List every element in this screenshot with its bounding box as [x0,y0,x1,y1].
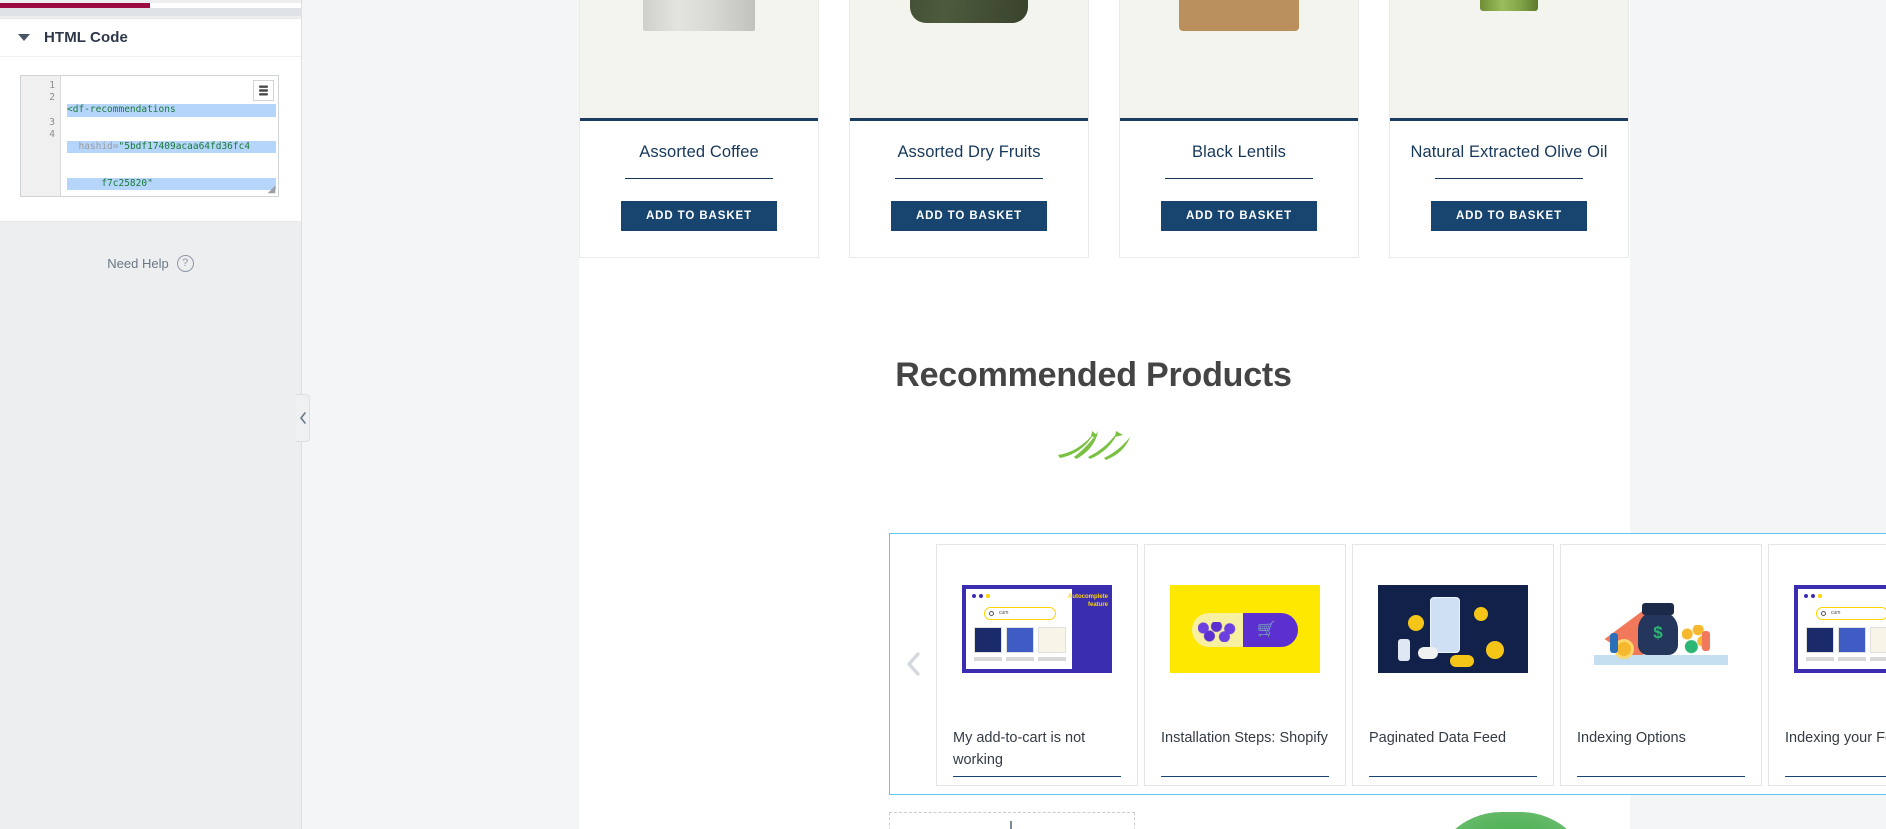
recommendation-divider [1785,776,1886,777]
recommendation-card[interactable]: 🛒 Installation Steps: Shopify [1144,544,1346,786]
recommendation-card[interactable]: Paginated Data Feed [1352,544,1554,786]
code-text-area[interactable]: <df-recommendations hashid="5bdf17409aca… [61,76,278,196]
need-help-label: Need Help [107,256,169,271]
recommendation-title: Indexing your Feed [1785,730,1886,746]
product-name: Black Lentils [1192,143,1286,161]
lentils-bag-art [1179,0,1299,31]
line-number: 4 [49,128,55,140]
question-circle-icon[interactable]: ? [176,255,194,272]
product-card-body: Assorted Coffee ADD TO BASKET [580,121,818,257]
product-card-body: Black Lentils ADD TO BASKET [1120,121,1358,257]
autocomplete-feature-thumb: cum Autocompletefeature [962,585,1112,673]
product-grid: COFFEE Assorted Coffee ADD TO BASKET DRY… [579,0,1629,258]
code-line-2-wrap: f7c25820" [67,177,276,190]
product-name: Assorted Coffee [639,143,759,161]
chevron-left-icon [299,412,306,424]
panel-top-strip [0,8,301,16]
resize-grip-icon[interactable]: ◢ [266,184,277,195]
autocomplete-feature-thumb: cum Autocompletefeature [1794,585,1886,673]
product-divider [625,178,773,179]
carousel-next-button[interactable] [1882,644,1886,684]
product-card[interactable]: COFFEE Assorted Coffee ADD TO BASKET [579,0,819,258]
add-to-basket-button[interactable]: ADD TO BASKET [1431,201,1587,231]
carousel-prev-button[interactable] [898,644,928,684]
recommendation-thumbnail: $ [1586,585,1736,673]
product-card[interactable]: VE OIL MOCKUP Natural Extracted Olive Oi… [1389,0,1629,258]
recommendation-thumbnail [1378,585,1528,673]
product-card-body: Natural Extracted Olive Oil ADD TO BASKE… [1390,121,1628,257]
recommendation-card[interactable]: cum Autocomplete feature My add-to-cart i… [936,544,1138,786]
recommendation-title: Installation Steps: Shopify [1161,730,1328,746]
code-line-2: hashid="5bdf17409acaa64fd36fc4 [67,141,276,154]
code-gutter: 1 2 3 4 [21,76,61,196]
recommendation-title: My add-to-cart is not working [953,730,1086,768]
line-number: 3 [49,116,55,128]
html-code-editor[interactable]: 1 2 3 4 <df-recommendations hashid="5bdf… [20,75,279,197]
recommendation-divider [1161,776,1329,777]
recommendation-card[interactable]: cum Autocompletefeature Indexing your Fe… [1768,544,1886,786]
html-code-section-header[interactable]: HTML Code [0,19,301,57]
recommendation-thumbnail: 🛒 [1170,585,1320,673]
text-cursor [1010,821,1012,829]
recommendation-card[interactable]: $ Indexing Options [1560,544,1762,786]
recommendation-divider [1577,776,1745,777]
product-name: Assorted Dry Fruits [897,143,1041,161]
recommendation-title: Paginated Data Feed [1369,730,1507,746]
recommendation-divider [953,776,1121,777]
admin-settings-panel: HTML Code 1 2 3 4 <df-recommendations ha… [0,0,301,829]
html-code-card: HTML Code 1 2 3 4 <df-recommendations ha… [0,18,301,222]
product-divider [895,178,1043,179]
product-image-black-lentils [1120,0,1358,121]
add-to-basket-button[interactable]: ADD TO BASKET [891,201,1047,231]
carousel-track: cum Autocomplete feature My add-to-cart i… [936,544,1886,786]
line-number: 2 [49,92,55,104]
shopping-cart-icon: 🛒 [1257,621,1276,638]
html-code-title: HTML Code [44,29,128,46]
product-image-coffee: COFFEE [580,0,818,121]
product-card[interactable]: Black Lentils ADD TO BASKET [1119,0,1359,258]
product-name: Natural Extracted Olive Oil [1410,143,1608,161]
next-section-placeholder [889,812,1135,829]
product-divider [1165,178,1313,179]
paginated-feed-thumb [1378,585,1528,673]
store-preview-pane: COFFEE Assorted Coffee ADD TO BASKET DRY… [301,0,1886,829]
add-to-basket-button[interactable]: ADD TO BASKET [621,201,777,231]
product-image-dry-fruits: DRY FRUITS [850,0,1088,121]
code-line-1: <df-recommendations [67,104,276,117]
add-to-basket-button[interactable]: ADD TO BASKET [1161,201,1317,231]
indexing-options-thumb: $ [1586,585,1736,673]
recommendation-divider [1369,776,1537,777]
leaf-image-partial [1431,812,1591,829]
html-code-card-body: 1 2 3 4 <df-recommendations hashid="5bdf… [0,57,301,221]
preview-left-margin [301,0,579,829]
product-image-olive-oil: VE OIL MOCKUP [1390,0,1628,121]
caret-down-icon[interactable] [18,34,30,41]
app-screen: COFFEE Assorted Coffee ADD TO BASKET DRY… [0,0,1886,829]
product-card-body: Assorted Dry Fruits ADD TO BASKET [850,121,1088,257]
line-number-spacer [21,104,60,116]
copy-stack-icon[interactable] [253,80,274,101]
leaf-branch-ornament-icon [1054,427,1134,466]
recommendation-thumbnail: cum Autocompletefeature [962,585,1112,673]
olive-oil-bottle-art: VE OIL MOCKUP [1480,0,1538,11]
recommendation-thumbnail: cum Autocompletefeature [1794,585,1886,673]
need-help-row[interactable]: Need Help ? [0,255,301,272]
line-number: 1 [49,80,55,91]
dry-fruits-bag-art: DRY FRUITS [910,0,1028,23]
product-card[interactable]: DRY FRUITS Assorted Dry Fruits ADD TO BA… [849,0,1089,258]
purple-pill-cart-thumb: 🛒 [1170,585,1320,673]
chevron-left-icon [906,652,920,676]
recommendations-carousel[interactable]: cum Autocomplete feature My add-to-cart i… [889,533,1886,795]
product-divider [1435,178,1583,179]
recommendation-title: Indexing Options [1577,730,1686,746]
panel-collapse-handle[interactable] [296,394,310,442]
recommended-products-heading: Recommended Products [895,356,1292,394]
coffee-box-art: COFFEE [643,0,755,31]
